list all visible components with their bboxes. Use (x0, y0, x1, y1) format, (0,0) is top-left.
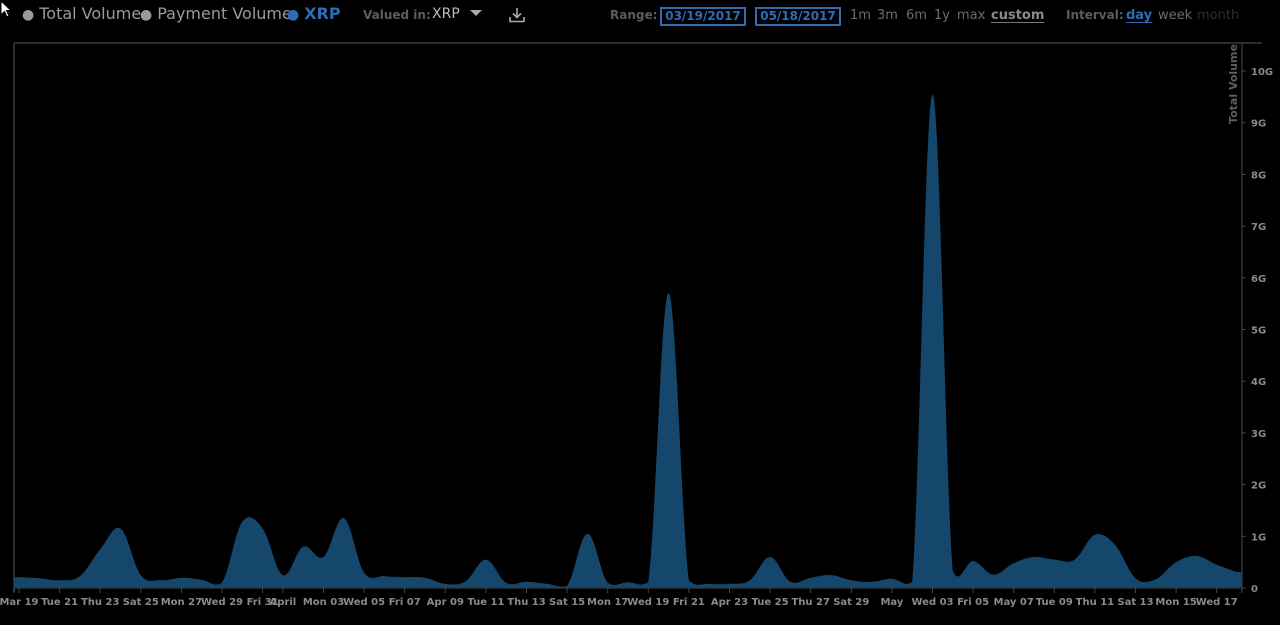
y-tick-label: 7G (1251, 222, 1266, 233)
x-tick-label: May 07 (994, 597, 1034, 608)
range-label: Range: (610, 8, 658, 22)
x-tick-label: Thu 23 (81, 597, 119, 608)
x-tick-label: Fri 05 (957, 597, 989, 608)
interval-month: month (1197, 8, 1240, 23)
series-label: Total Volume (39, 4, 142, 23)
x-tick-label: Mar 19 (0, 597, 39, 608)
x-tick-label: Sat 25 (123, 597, 159, 608)
x-tick-label: Wed 03 (911, 597, 953, 608)
y-tick-label: 3G (1251, 429, 1266, 440)
x-tick-label: Mon 17 (587, 597, 628, 608)
range-3m[interactable]: 3m (877, 8, 898, 23)
x-tick-label: Sat 13 (1117, 597, 1153, 608)
series-xrp[interactable]: ● XRP (287, 4, 341, 23)
x-tick-label: Tue 11 (467, 597, 504, 608)
interval-label: Interval: (1066, 8, 1124, 22)
x-tick-label: Thu 13 (507, 597, 545, 608)
y-tick-label: 10G (1251, 67, 1273, 78)
x-axis: Mar 19 Tue 21 Thu 23 Sat 25 Mon 27Wed 29 Fri … (0, 587, 1242, 608)
x-tick-label: Thu 27 (791, 597, 829, 608)
interval-week[interactable]: week (1158, 8, 1192, 23)
series-label: XRP (304, 4, 341, 23)
valued-in-value: XRP (432, 6, 460, 22)
y-axis-title: Total Volume (1227, 44, 1240, 124)
series-total-volume[interactable]: ● Total Volume (22, 4, 141, 23)
volume-chart: Mar 19 Tue 21 Thu 23 Sat 25 Mon 27Wed 29 Fri … (0, 42, 1273, 608)
interval-day[interactable]: day (1126, 8, 1152, 23)
x-tick-label: Apr 23 (711, 597, 748, 608)
range-1m[interactable]: 1m (850, 8, 871, 23)
valued-in-select[interactable]: XRP (432, 6, 482, 22)
y-tick-label: 8G (1251, 170, 1266, 181)
start-date-input[interactable]: 03/19/2017 (660, 7, 746, 26)
x-tick-label: Mon 27 (161, 597, 202, 608)
x-tick-label: Wed 17 (1196, 597, 1238, 608)
x-tick-label: Fri 07 (389, 597, 421, 608)
x-tick-label: Wed 19 (627, 597, 669, 608)
y-tick-label: 5G (1251, 326, 1266, 337)
x-tick-label: Tue 25 (752, 597, 789, 608)
chart-controls: ● Total Volume ● Payment Volume ● XRP Value… (0, 0, 1280, 32)
y-tick-label: 1G (1251, 532, 1266, 543)
area-layer (14, 94, 1242, 589)
x-tick-label: Apr 09 (427, 597, 464, 608)
x-tick-label: Wed 05 (343, 597, 385, 608)
x-tick-label: Tue 21 (41, 597, 78, 608)
range-max[interactable]: max (957, 8, 985, 23)
series-label: Payment Volume (157, 4, 292, 23)
bullet-icon: ● (140, 7, 153, 23)
series-payment-volume[interactable]: ● Payment Volume (140, 4, 292, 23)
bullet-icon: ● (22, 7, 35, 23)
chart-frame (13, 42, 1262, 592)
x-tick-label: Thu 11 (1076, 597, 1114, 608)
range-6m[interactable]: 6m (906, 8, 927, 23)
series-area-total-volume (14, 94, 1242, 589)
y-tick-label: 0 (1251, 584, 1258, 595)
valued-in-label: Valued in: (363, 8, 431, 22)
range-custom[interactable]: custom (991, 8, 1044, 23)
caret-down-icon (469, 10, 482, 16)
download-icon[interactable] (508, 6, 526, 24)
x-tick-label: Wed 29 (201, 597, 243, 608)
x-tick-label: Sat 29 (833, 597, 869, 608)
x-tick-label: Tue 09 (1036, 597, 1073, 608)
end-date-input[interactable]: 05/18/2017 (755, 7, 841, 26)
y-tick-label: 2G (1251, 481, 1266, 492)
x-tick-label: Fri 21 (673, 597, 705, 608)
y-tick-label: 4G (1251, 377, 1266, 388)
x-tick-label: May (880, 597, 903, 608)
y-tick-label: 9G (1251, 119, 1266, 130)
range-1y[interactable]: 1y (934, 8, 950, 23)
x-tick-label: Sat 15 (549, 597, 585, 608)
bullet-icon: ● (287, 7, 300, 23)
x-tick-label: Mon 15 (1155, 597, 1196, 608)
x-tick-label: April (270, 597, 297, 608)
y-axis: 0 1G 2G 3G 4G 5G 6G 7G 8G 9G 10G (1241, 43, 1273, 595)
x-tick-label: Mon 03 (303, 597, 344, 608)
y-tick-label: 6G (1251, 274, 1266, 285)
mouse-cursor-icon (0, 0, 12, 18)
